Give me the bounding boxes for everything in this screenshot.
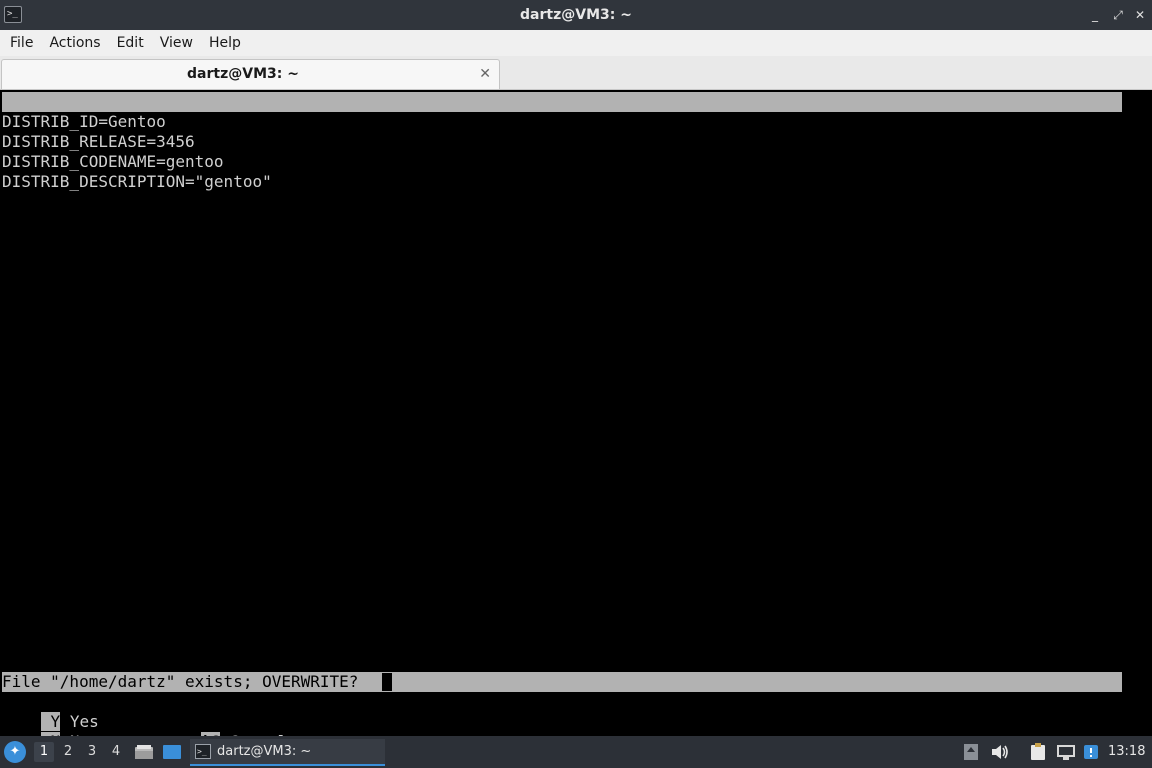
nano-titlebar: GNU nano 6.2 /etc/lsb-release * bbox=[2, 92, 1122, 151]
menu-file[interactable]: File bbox=[2, 30, 41, 56]
menu-help[interactable]: Help bbox=[201, 30, 249, 56]
menu-bar: File Actions Edit View Help bbox=[0, 30, 1152, 56]
clipboard-icon[interactable] bbox=[1028, 743, 1048, 761]
notification-icon[interactable] bbox=[1082, 743, 1100, 761]
file-line: DISTRIB_CODENAME=gentoo bbox=[2, 152, 224, 171]
shortcut-no[interactable]: N No bbox=[2, 712, 89, 751]
volume-icon[interactable] bbox=[990, 743, 1010, 761]
workspace-1[interactable]: 1 bbox=[34, 742, 54, 762]
network-icon[interactable] bbox=[1056, 743, 1076, 761]
file-line: DISTRIB_DESCRIPTION="gentoo" bbox=[2, 172, 272, 191]
terminal-task-icon: >_ bbox=[195, 744, 211, 759]
menu-actions[interactable]: Actions bbox=[41, 30, 108, 56]
tab-label: dartz@VM3: ~ bbox=[187, 66, 299, 82]
shortcut-cancel[interactable]: ^C Cancel bbox=[162, 712, 287, 751]
window-title: dartz@VM3: ~ bbox=[520, 7, 632, 23]
tab-terminal[interactable]: dartz@VM3: ~ ✕ bbox=[1, 59, 500, 89]
minimize-button[interactable]: _ bbox=[1086, 6, 1104, 24]
nano-filename: /etc/lsb-release * bbox=[502, 132, 676, 151]
file-manager-icon[interactable] bbox=[134, 744, 154, 760]
menu-edit[interactable]: Edit bbox=[109, 30, 152, 56]
file-line: DISTRIB_ID=Gentoo bbox=[2, 112, 166, 131]
start-menu-icon[interactable]: ✦ bbox=[4, 741, 26, 763]
prompt-text: File "/home/dartz" exists; OVERWRITE? bbox=[2, 672, 359, 691]
overwrite-prompt: File "/home/dartz" exists; OVERWRITE? bbox=[2, 672, 1122, 692]
file-line: DISTRIB_RELEASE=3456 bbox=[2, 132, 195, 151]
text-cursor bbox=[382, 673, 392, 691]
task-label: dartz@VM3: ~ bbox=[217, 744, 312, 759]
terminal-scrollbar[interactable] bbox=[1122, 92, 1152, 736]
workspace-4[interactable]: 4 bbox=[106, 742, 126, 762]
terminal-view[interactable]: GNU nano 6.2 /etc/lsb-release * DISTRIB_… bbox=[0, 90, 1152, 751]
taskbar: ✦ 1 2 3 4 >_ dartz@VM3: ~ 13:18 bbox=[0, 736, 1152, 768]
maximize-button[interactable]: ⤢ bbox=[1109, 6, 1127, 24]
show-desktop-icon[interactable] bbox=[162, 744, 182, 760]
tab-close-icon[interactable]: ✕ bbox=[479, 65, 491, 83]
workspace-3[interactable]: 3 bbox=[82, 742, 102, 762]
workspace-2[interactable]: 2 bbox=[58, 742, 78, 762]
tray-expand-icon[interactable] bbox=[962, 743, 980, 761]
clock[interactable]: 13:18 bbox=[1108, 736, 1145, 768]
taskbar-task-terminal[interactable]: >_ dartz@VM3: ~ bbox=[190, 739, 385, 766]
shortcut-yes[interactable]: Y Yes bbox=[2, 692, 99, 731]
tab-bar: dartz@VM3: ~ ✕ bbox=[0, 56, 1152, 90]
menu-view[interactable]: View bbox=[152, 30, 201, 56]
window-titlebar: >_ dartz@VM3: ~ _ ⤢ ✕ bbox=[0, 0, 1152, 30]
close-window-button[interactable]: ✕ bbox=[1131, 6, 1149, 24]
